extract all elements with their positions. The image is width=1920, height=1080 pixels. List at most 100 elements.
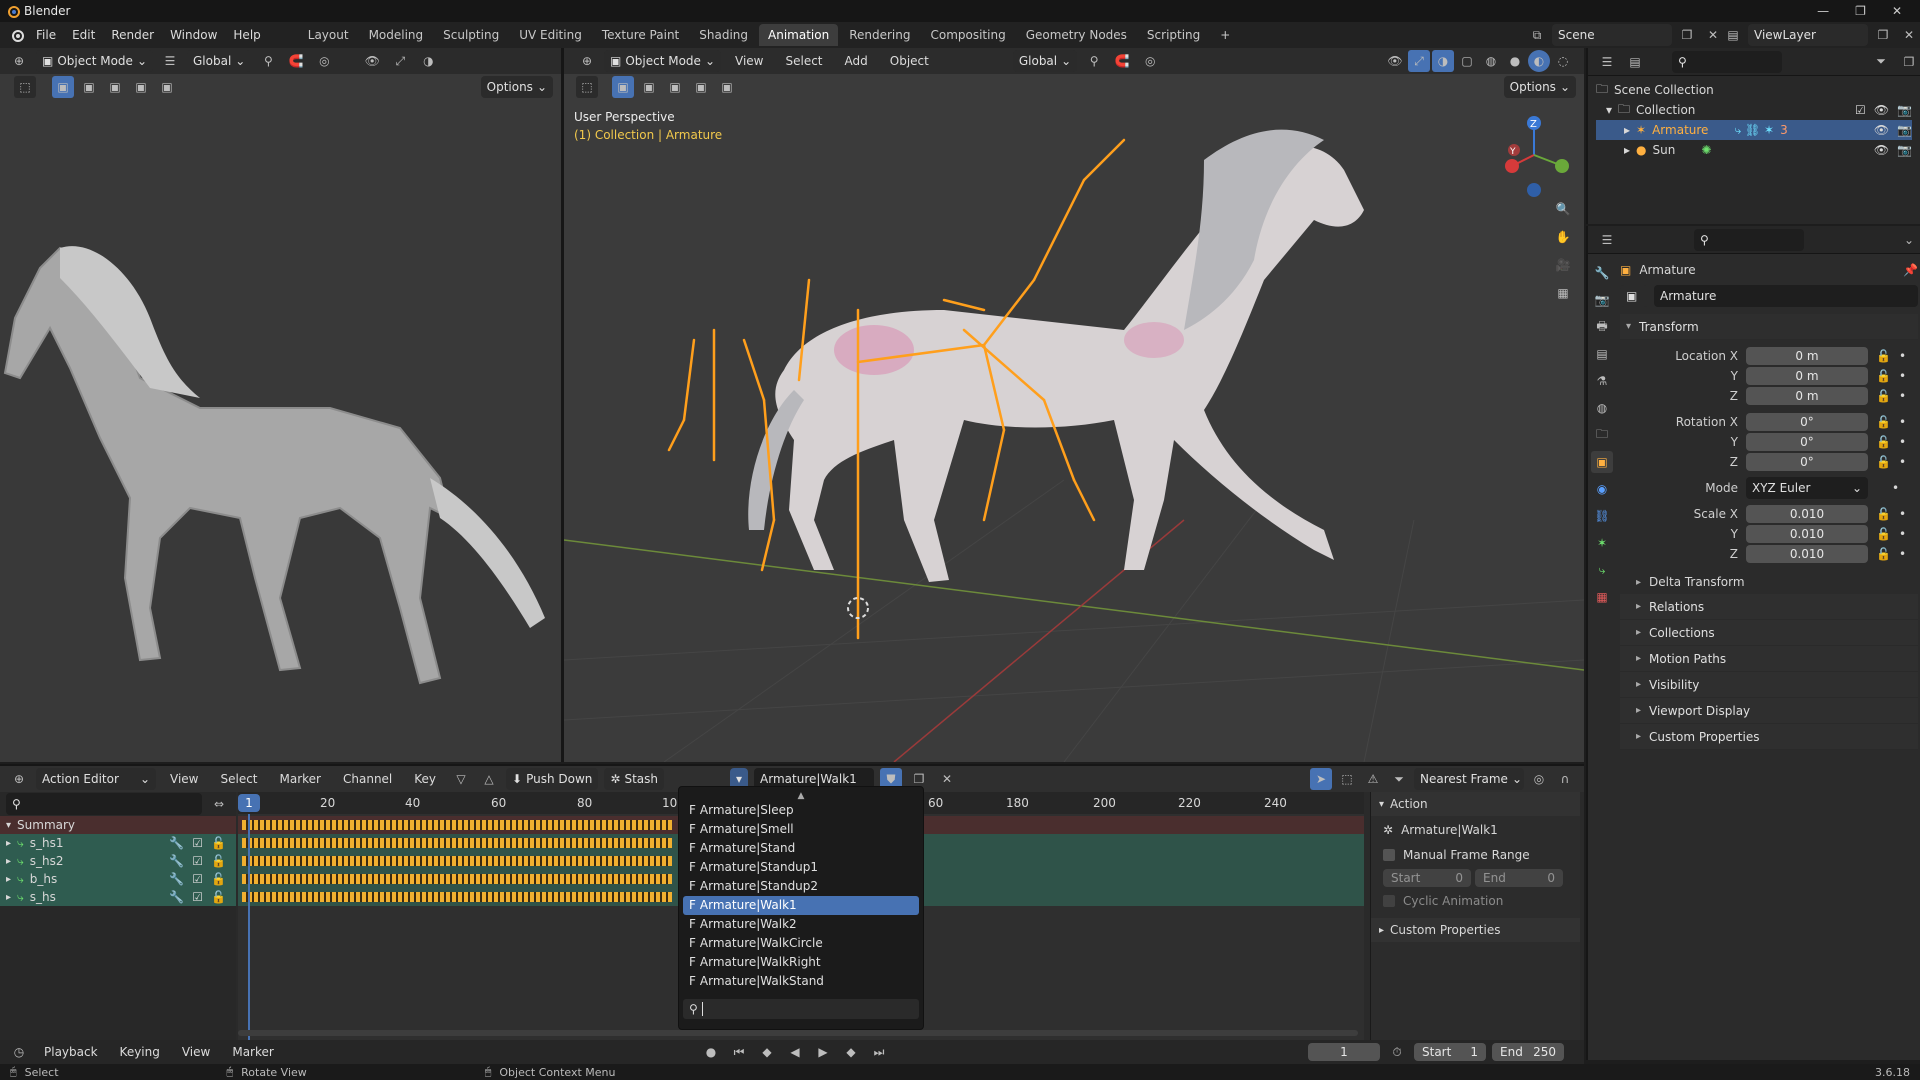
channel-row[interactable]: ▸ ⤷ s_hs 🔧 ☑ 🔓 [0, 888, 236, 906]
dropdown-item[interactable]: F Armature|Walk1 [683, 896, 919, 915]
timeline-menu-keying[interactable]: Keying [112, 1045, 168, 1059]
select-mode-extend-icon[interactable]: ▣ [78, 76, 100, 98]
keyframe-strip[interactable] [242, 892, 672, 902]
tab-animation[interactable]: Animation [759, 24, 839, 46]
tab-rendering[interactable]: Rendering [840, 24, 919, 46]
tab-texture-paint[interactable]: Texture Paint [593, 24, 688, 46]
collection-row[interactable]: ▾ 🗀 Collection ☑ 👁 📷 [1596, 100, 1912, 120]
expand-arrow-icon[interactable]: ▸ [6, 856, 11, 867]
main-options-button[interactable]: Options ⌄ [1503, 76, 1576, 98]
wrench-icon[interactable]: 🔧 [169, 836, 184, 850]
left-mode-dropdown[interactable]: ▣ Object Mode ⌄ [36, 50, 153, 72]
viewport-menu-object[interactable]: Object [882, 54, 937, 68]
unlink-action-icon[interactable]: ✕ [936, 768, 958, 790]
pivot-icon[interactable]: ⚲ [257, 50, 279, 72]
lock-icon[interactable]: 🔓 [211, 836, 226, 850]
horizontal-scrollbar[interactable] [238, 1030, 1358, 1036]
keyframe-dot-icon[interactable]: • [1892, 481, 1899, 495]
keyframe-strip[interactable] [242, 874, 672, 884]
keyframe-strip[interactable] [242, 838, 672, 848]
tab-sculpting[interactable]: Sculpting [434, 24, 508, 46]
view-layer-icon[interactable]: ▤ [1722, 24, 1744, 46]
tab-geometry-nodes[interactable]: Geometry Nodes [1017, 24, 1136, 46]
dropdown-item[interactable]: F Armature|Smell [683, 820, 919, 839]
tab-scripting[interactable]: Scripting [1138, 24, 1209, 46]
timeline-end-field[interactable]: End 250 [1492, 1043, 1564, 1061]
action-menu-key[interactable]: Key [406, 772, 444, 786]
tab-compositing[interactable]: Compositing [921, 24, 1014, 46]
dropdown-item[interactable]: F Armature|Standup2 [683, 877, 919, 896]
lock-icon[interactable]: 🔓 [1876, 527, 1891, 541]
blender-menu-icon[interactable] [6, 24, 28, 46]
action-menu-view[interactable]: View [162, 772, 206, 786]
expand-arrow-icon[interactable]: ▸ [1624, 143, 1630, 157]
xray-icon[interactable]: ▢ [1456, 50, 1478, 72]
collection-tab-icon[interactable]: 🗀 [1591, 424, 1613, 446]
action-panel-header[interactable]: ▾ Action [1371, 792, 1580, 816]
push-down-button[interactable]: ⬇ Push Down [506, 768, 599, 790]
main-mode-dropdown[interactable]: ▣ Object Mode ⌄ [604, 50, 721, 72]
editor-type-icon[interactable]: ◷ [8, 1041, 30, 1063]
timeline-start-field[interactable]: Start 1 [1414, 1043, 1486, 1061]
location-x-field[interactable]: 0 m [1746, 347, 1868, 365]
timeline-menu-view[interactable]: View [174, 1045, 218, 1059]
select-mode-subtract-icon[interactable]: ▣ [664, 76, 686, 98]
lock-icon[interactable]: 🔓 [1876, 455, 1891, 469]
menu-render[interactable]: Render [103, 28, 162, 42]
lock-icon[interactable]: 🔓 [1876, 369, 1891, 383]
wrench-icon[interactable]: 🔧 [169, 872, 184, 886]
minimize-button[interactable]: — [1817, 4, 1829, 18]
custom-properties-panel[interactable]: ▸ Custom Properties [1620, 724, 1918, 750]
new-view-layer-icon[interactable]: ❐ [1872, 24, 1894, 46]
editor-type-icon[interactable]: ☰ [1596, 51, 1618, 73]
keyframe-dot-icon[interactable]: • [1899, 507, 1906, 521]
stash-button[interactable]: ✲ Stash [604, 768, 665, 790]
filter-icon[interactable]: ⏷ [1870, 51, 1892, 73]
keyframe-dot-icon[interactable]: • [1899, 527, 1906, 541]
select-mode-new-icon[interactable]: ▣ [612, 76, 634, 98]
texture-tab-icon[interactable]: ▦ [1591, 586, 1613, 608]
options-chevron-icon[interactable]: ⌄ [1898, 229, 1920, 251]
camera-icon[interactable]: 🎥 [1552, 254, 1574, 276]
lock-icon[interactable]: 🔓 [211, 872, 226, 886]
checkbox-icon[interactable]: ☑ [192, 872, 203, 886]
keyframe-strip[interactable] [242, 856, 672, 866]
action-menu-select[interactable]: Select [212, 772, 265, 786]
gizmo-icon[interactable]: ⤢ [389, 50, 411, 72]
proportional-icon[interactable]: ◎ [313, 50, 335, 72]
viewport-menu-add[interactable]: Add [837, 54, 876, 68]
action-menu-channel[interactable]: Channel [335, 772, 400, 786]
scale-z-field[interactable]: 0.010 [1746, 545, 1868, 563]
editor-type-icon[interactable]: ⊕ [8, 50, 30, 72]
hamburger-icon[interactable]: ☰ [159, 50, 181, 72]
left-options-button[interactable]: Options ⌄ [480, 76, 553, 98]
lock-icon[interactable]: 🔓 [211, 854, 226, 868]
only-errors-icon[interactable]: ⚠ [1362, 768, 1384, 790]
cyclic-checkbox[interactable] [1383, 895, 1395, 907]
channel-search[interactable]: ⚲ [6, 793, 202, 815]
lock-icon[interactable]: 🔓 [1876, 415, 1891, 429]
pin-icon[interactable]: 📌 [1903, 263, 1918, 277]
checkbox-icon[interactable]: ☑ [1855, 103, 1866, 117]
dropdown-item[interactable]: F Armature|Walk2 [683, 915, 919, 934]
shading-wireframe-icon[interactable]: ◍ [1480, 50, 1502, 72]
location-y-field[interactable]: 0 m [1746, 367, 1868, 385]
select-mode-subtract-icon[interactable]: ▣ [104, 76, 126, 98]
snap-icon[interactable]: 🧲 [1111, 50, 1133, 72]
visibility-icon[interactable]: 👁 [1384, 50, 1406, 72]
start-frame-field[interactable]: Start 0 [1383, 869, 1471, 887]
channel-row[interactable]: ▸ ⤷ s_hs1 🔧 ☑ 🔓 [0, 834, 236, 852]
motion-paths-panel[interactable]: ▸ Motion Paths [1620, 646, 1918, 672]
next-keyframe-icon[interactable]: ◆ [840, 1041, 862, 1063]
select-mode-invert-icon[interactable]: ▣ [130, 76, 152, 98]
filter-icon[interactable]: ⏷ [1388, 768, 1410, 790]
data-tab-icon[interactable]: ✶ [1591, 532, 1613, 554]
select-mode-intersect-icon[interactable]: ▣ [716, 76, 738, 98]
proportional-icon[interactable]: ◎ [1139, 50, 1161, 72]
select-mode-new-icon[interactable]: ▣ [52, 76, 74, 98]
visibility-panel[interactable]: ▸ Visibility [1620, 672, 1918, 698]
playhead-line[interactable] [248, 814, 250, 1042]
play-reverse-icon[interactable]: ◀ [784, 1041, 806, 1063]
outliner-item-sun[interactable]: ▸ ● Sun ✺ 👁 📷 [1596, 140, 1912, 160]
checkbox-icon[interactable]: ☑ [192, 836, 203, 850]
